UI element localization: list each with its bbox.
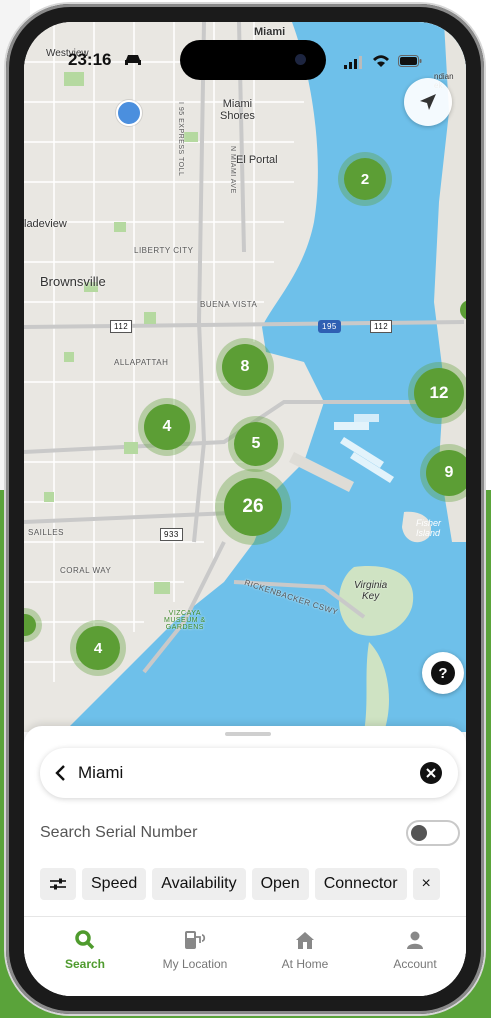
tab-search-label: Search (64, 957, 106, 971)
map-label-versailles: SAILLES (28, 528, 64, 537)
cluster-marker[interactable]: 8 (222, 344, 268, 390)
map-label-fisher-island: Fisher Island (416, 518, 442, 538)
cellular-signal-icon (344, 56, 362, 69)
user-location-dot (116, 100, 142, 126)
filter-chip-connector[interactable]: Connector (314, 868, 407, 900)
filter-settings-chip[interactable] (40, 868, 76, 900)
location-search-field[interactable]: Miami (40, 748, 458, 798)
map-label-allapattah: ALLAPATTAH (114, 358, 169, 367)
dynamic-island (180, 40, 326, 80)
map-label-liberty-city: LIBERTY CITY (134, 246, 194, 255)
cluster-marker[interactable]: 5 (234, 422, 278, 466)
tab-my-location-label: My Location (162, 957, 228, 971)
tab-my-location[interactable]: My Location (140, 929, 250, 971)
phone-frame: Miami Westview Miami Shores El Portal la… (6, 4, 484, 1014)
route-shield-112: 112 (110, 320, 133, 333)
tab-search[interactable]: Search (30, 929, 140, 971)
phone-screen: Miami Westview Miami Shores El Portal la… (24, 22, 466, 996)
tab-bar: Search My Location At Home Account (24, 916, 466, 996)
cluster-marker[interactable]: 12 (414, 368, 464, 418)
tab-account-label: Account (393, 957, 437, 971)
car-icon (125, 55, 141, 65)
cluster-marker[interactable]: 4 (144, 404, 190, 450)
cluster-marker[interactable]: 2 (344, 158, 386, 200)
status-bar: 23:16 (24, 22, 466, 92)
battery-icon (398, 55, 422, 67)
help-button[interactable]: ? (422, 652, 464, 694)
filter-chip-more[interactable]: × (412, 868, 440, 900)
serial-number-label: Search Serial Number (40, 824, 198, 841)
back-chevron-icon[interactable] (54, 764, 68, 782)
map-label-miami-shores: Miami Shores (220, 98, 255, 122)
map-label-brownsville: Brownsville (40, 274, 106, 289)
charger-location-icon (185, 931, 206, 949)
sliders-icon (50, 878, 66, 890)
clear-search-icon[interactable] (420, 762, 442, 784)
serial-number-toggle[interactable] (406, 820, 460, 846)
status-time: 23:16 (68, 50, 112, 69)
tab-at-home-label: At Home (281, 957, 329, 971)
filter-chip-availability[interactable]: Availability (152, 868, 246, 900)
tab-at-home[interactable]: At Home (250, 929, 360, 971)
map-label-miami-ave: N MIAMI AVE (229, 146, 236, 194)
wifi-icon (373, 55, 389, 67)
cluster-marker[interactable]: 9 (426, 450, 466, 496)
sheet-drag-handle[interactable] (225, 732, 271, 736)
search-value[interactable]: Miami (78, 763, 123, 783)
cluster-marker[interactable]: 26 (224, 478, 282, 536)
navigation-arrow-icon (420, 94, 436, 110)
filter-chip-speed[interactable]: Speed (82, 868, 147, 900)
map-label-i95: I 95 EXPRESS TOLL (177, 102, 184, 177)
filter-chip-row: Speed Availability Open Connector × (40, 868, 440, 900)
route-shield-195: 195 (318, 320, 341, 333)
map-label-coral-way: CORAL WAY (60, 566, 112, 575)
map-view[interactable]: Miami Westview Miami Shores El Portal la… (24, 22, 466, 732)
account-icon (407, 931, 423, 949)
route-shield-933: 933 (160, 528, 183, 541)
map-label-virginia-key: Virginia Key (354, 580, 388, 602)
search-icon (75, 930, 95, 950)
map-label-vizcaya: VIZCAYA MUSEUM & GARDENS (164, 610, 206, 631)
cluster-marker[interactable]: 4 (76, 626, 120, 670)
question-icon: ? (431, 661, 455, 685)
home-icon (296, 932, 314, 949)
filter-chip-open[interactable]: Open (251, 868, 309, 900)
route-shield-112b: 112 (370, 320, 393, 333)
map-label-gladeview: ladeview (24, 218, 67, 230)
tab-account[interactable]: Account (360, 929, 466, 971)
map-label-buena-vista: BUENA VISTA (200, 300, 258, 309)
map-label-el-portal: El Portal (236, 154, 278, 166)
